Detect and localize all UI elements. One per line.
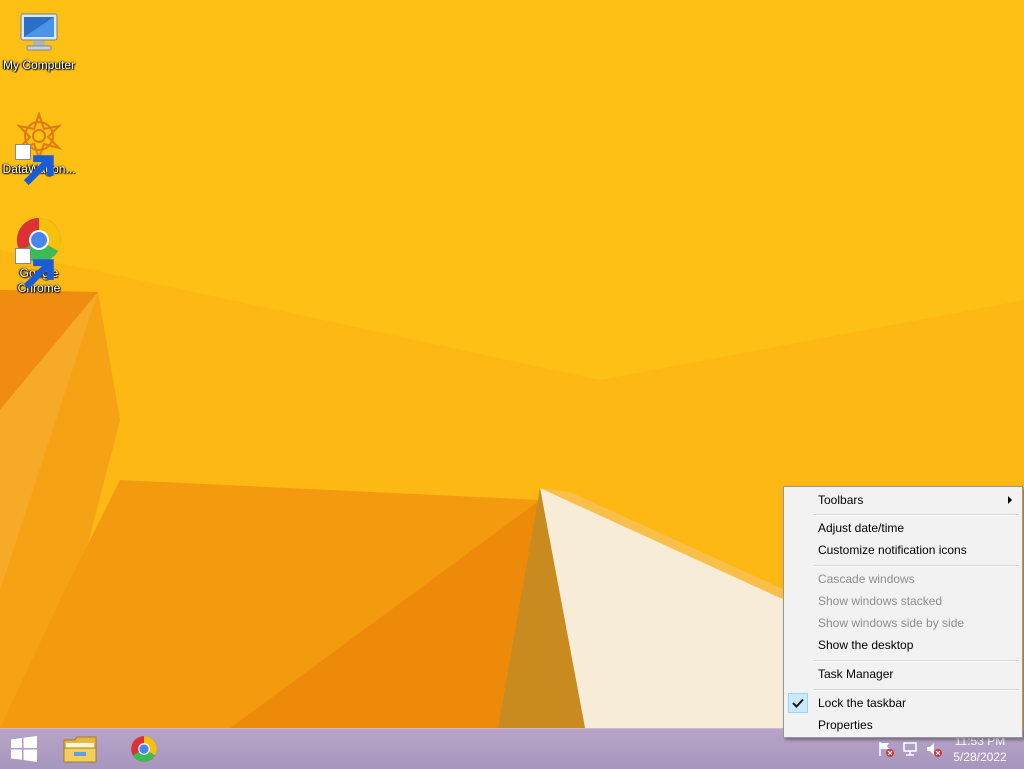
submenu-arrow-icon: [1008, 496, 1012, 504]
menu-separator: [814, 660, 1019, 662]
menu-item-label: Show windows side by side: [818, 616, 965, 630]
menu-item-properties[interactable]: Properties: [786, 714, 1020, 736]
shortcut-arrow-icon: [15, 144, 54, 186]
shortcut-arrow-icon: [15, 248, 54, 290]
desktop-icon-datawagon[interactable]: DataWagon...: [0, 112, 78, 186]
desktop-icon-label: My Computer: [2, 58, 76, 72]
network-icon[interactable]: [902, 741, 920, 757]
menu-item-label: Properties: [818, 718, 873, 732]
checkmark-icon: [788, 693, 808, 713]
menu-item-adjust-date-time[interactable]: Adjust date/time: [786, 517, 1020, 539]
menu-item-label: Task Manager: [818, 667, 894, 681]
taskbar-chrome-button[interactable]: [120, 729, 168, 769]
menu-item-customize-notification-icons[interactable]: Customize notification icons: [786, 539, 1020, 561]
menu-item-label: Show windows stacked: [818, 594, 943, 608]
menu-separator: [814, 689, 1019, 691]
menu-item-show-windows-side-by-side: Show windows side by side: [786, 612, 1020, 634]
clock-date: 5/28/2022: [953, 750, 1007, 764]
menu-item-label: Toolbars: [818, 493, 864, 507]
menu-item-show-the-desktop[interactable]: Show the desktop: [786, 634, 1020, 656]
menu-item-label: Adjust date/time: [818, 521, 905, 535]
chrome-icon: [15, 216, 63, 290]
desktop-icon-google-chrome[interactable]: Google Chrome: [0, 216, 78, 296]
menu-item-task-manager[interactable]: Task Manager: [786, 663, 1020, 685]
menu-item-lock-the-taskbar[interactable]: Lock the taskbar: [786, 692, 1020, 714]
menu-item-label: Show the desktop: [818, 638, 914, 652]
taskbar-file-explorer-button[interactable]: [56, 729, 104, 769]
volume-muted-icon[interactable]: [925, 741, 943, 757]
menu-item-label: Customize notification icons: [818, 543, 967, 557]
menu-separator: [814, 565, 1019, 567]
menu-separator: [814, 514, 1019, 516]
chrome-icon: [131, 736, 157, 762]
menu-item-label: Cascade windows: [818, 572, 915, 586]
datawagon-icon: [15, 112, 63, 186]
action-center-flag-icon[interactable]: [877, 741, 895, 757]
computer-icon: [15, 8, 63, 56]
desktop-icon-my-computer[interactable]: My Computer: [0, 8, 78, 73]
menu-item-label: Lock the taskbar: [818, 696, 907, 710]
file-explorer-icon: [63, 736, 97, 763]
menu-item-show-windows-stacked: Show windows stacked: [786, 590, 1020, 612]
windows-start-icon: [11, 736, 37, 762]
taskbar-context-menu[interactable]: Toolbars Adjust date/time Customize noti…: [783, 486, 1023, 738]
menu-item-toolbars[interactable]: Toolbars: [786, 489, 1020, 511]
start-button[interactable]: [0, 729, 48, 769]
menu-item-cascade-windows: Cascade windows: [786, 568, 1020, 590]
